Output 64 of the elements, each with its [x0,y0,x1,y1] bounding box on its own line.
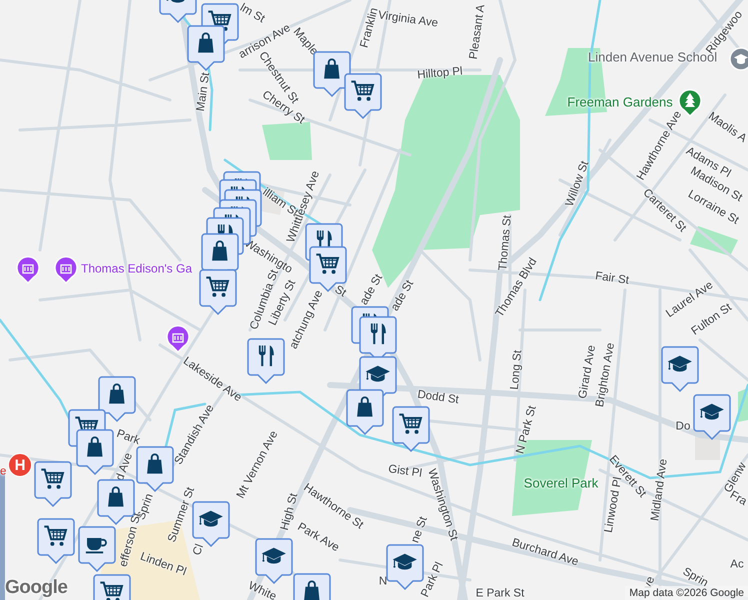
street-label: St [332,284,348,300]
fork-knife-icon [258,345,274,366]
graduation-cap-icon [262,548,286,564]
street-label: Dodd St [416,388,460,408]
shopping-bag-icon [304,580,320,600]
street-label: N [378,576,388,588]
shopping-cart-pin[interactable] [344,73,382,119]
street-label: Ac [730,558,744,572]
street-label: ade St [358,272,386,308]
street-label: E Park St [476,588,524,600]
street-label: Park [114,428,142,448]
graduation-cap-icon [392,554,417,570]
shopping-cart-icon [100,582,124,600]
street-label: Linden Pl [138,550,188,580]
street-label: Do [676,420,690,434]
map-pin-stack[interactable] [187,3,239,71]
graduation-cap-pin[interactable] [693,394,731,440]
street-label: ade St [389,278,417,314]
street-label: Fair St [594,270,630,288]
street-label: Thomas St [497,214,515,272]
street-label: N Park St [514,404,540,456]
shopping-cart-icon [41,468,64,489]
park-area [262,122,312,160]
street-label: Gist Pl [387,463,423,481]
museum-marker[interactable] [16,256,40,284]
street-label: White [246,580,278,600]
graduation-cap-pin[interactable] [661,346,699,392]
museum-marker[interactable] [166,325,190,353]
street-label: ne St [409,515,430,545]
street-label: lm St [237,2,267,26]
street-label: Hilltop Pl [416,66,464,82]
graduation-cap-icon [668,356,692,372]
shopping-cart-pin[interactable] [37,518,75,564]
street-label: Pleasant A [468,4,488,60]
street-label: Park Pl [419,560,447,600]
street-label: Main St [194,72,214,112]
shopping-cart-icon [44,526,68,546]
google-logo: Google [5,577,68,599]
fork-knife-pin[interactable] [247,338,285,384]
street-label: Willow St [564,160,592,208]
street-label: Cl [191,542,207,558]
street-label: Park Ave [294,520,342,556]
coffee-cup-pin[interactable] [78,526,116,572]
place-label: Soverel Park [524,476,598,490]
shopping-cart-icon [351,80,374,101]
graduation-cap-icon [166,0,185,3]
street-label: Midland Ave [649,458,671,522]
street-label: Virginia Ave [377,9,439,30]
coffee-cup-icon [86,538,107,554]
place-label: Thomas Edison's Ga [81,262,192,276]
hospital-marker[interactable]: H [8,453,32,477]
graduation-cap-icon [700,404,724,420]
graduation-cap-icon [198,510,223,527]
park-area [690,226,738,256]
shopping-bag-icon [147,454,162,474]
shopping-bag-icon [108,486,124,507]
shopping-cart-icon [399,414,422,434]
place-label: Freeman Gardens [567,94,673,110]
shopping-bag-pin[interactable] [136,446,174,492]
street-label: Long St [508,350,526,390]
shopping-cart-pin[interactable] [34,461,72,507]
museum-marker[interactable] [54,256,78,284]
shopping-bag-icon [324,58,340,79]
shopping-cart-pin[interactable] [392,406,430,452]
